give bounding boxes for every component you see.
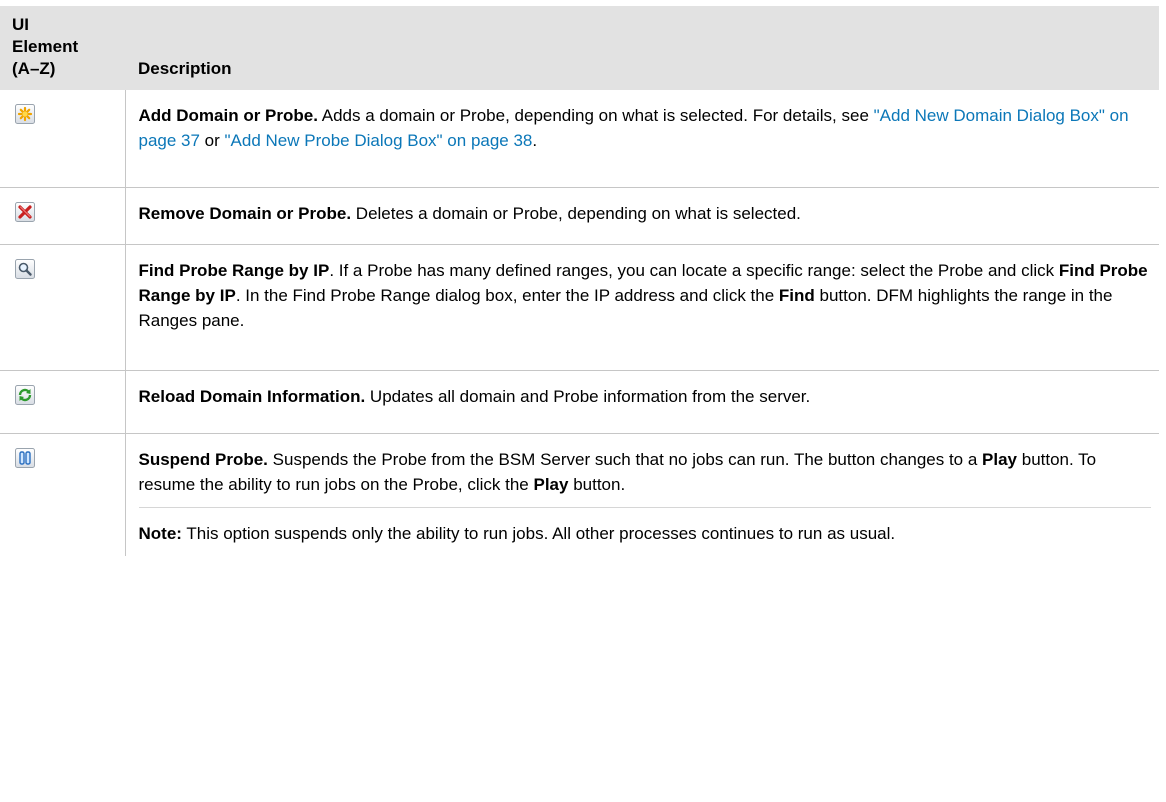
table-row: Add Domain or Probe. Adds a domain or Pr…: [0, 90, 1159, 188]
header-ui-element: UI Element (A–Z): [0, 6, 125, 90]
element-title: Reload Domain Information.: [138, 386, 366, 406]
table-row: Find Probe Range by IP. If a Probe has m…: [0, 244, 1159, 371]
description-paragraph: Suspend Probe. Suspends the Probe from t…: [139, 447, 1152, 497]
element-title: Remove Domain or Probe.: [138, 203, 352, 223]
header-ui-element-line: Element: [12, 37, 79, 56]
description-text: .: [532, 131, 538, 150]
icon-cell: [0, 187, 126, 245]
description-text: button.: [568, 474, 626, 494]
bold-term: Play: [533, 474, 569, 494]
bold-term: Play: [982, 449, 1018, 469]
note-paragraph: Note: This option suspends only the abil…: [138, 506, 1151, 546]
ui-element-table: UI Element (A–Z) Description Add Domain …: [0, 6, 1159, 556]
description-text: Updates all domain and Probe information…: [365, 386, 811, 406]
icon-cell: [0, 370, 126, 434]
description-text: . If a Probe has many defined ranges, yo…: [329, 260, 1059, 280]
table-row: Suspend Probe. Suspends the Probe from t…: [0, 433, 1159, 556]
description-text: Adds a domain or Probe, depending on wha…: [317, 106, 874, 125]
magnifier-icon[interactable]: [15, 258, 35, 279]
header-description: Description: [125, 6, 1159, 90]
element-title: Find Probe Range by IP: [138, 260, 330, 280]
header-ui-element-line: UI: [12, 15, 29, 34]
table-row: Reload Domain Information. Updates all d…: [0, 370, 1159, 434]
icon-cell: [0, 433, 126, 556]
description-cell: Reload Domain Information. Updates all d…: [125, 370, 1159, 434]
bold-term: Find: [778, 285, 815, 305]
note-text: This option suspends only the ability to…: [181, 523, 896, 543]
icon-cell: [0, 90, 126, 188]
icon-cell: [0, 244, 126, 371]
description-text: Suspends the Probe from the BSM Server s…: [267, 449, 983, 469]
table-header-row: UI Element (A–Z) Description: [0, 6, 1159, 90]
description-text: or: [199, 131, 225, 150]
pause-icon[interactable]: [15, 447, 35, 468]
table-row: Remove Domain or Probe. Deletes a domain…: [0, 187, 1159, 245]
note-label: Note:: [138, 523, 182, 543]
remove-x-icon[interactable]: [15, 201, 35, 222]
element-title: Suspend Probe.: [138, 449, 268, 469]
header-ui-element-line: (A–Z): [12, 59, 56, 78]
element-title: Add Domain or Probe.: [138, 106, 318, 125]
description-cell: Add Domain or Probe. Adds a domain or Pr…: [125, 90, 1159, 188]
add-star-icon[interactable]: [15, 104, 35, 124]
description-cell: Find Probe Range by IP. If a Probe has m…: [125, 244, 1159, 371]
description-text: Deletes a domain or Probe, depending on …: [351, 203, 801, 223]
add-new-probe-link[interactable]: "Add New Probe Dialog Box" on page 38: [225, 131, 533, 150]
description-cell: Suspend Probe. Suspends the Probe from t…: [125, 433, 1159, 556]
description-cell: Remove Domain or Probe. Deletes a domain…: [125, 187, 1159, 245]
reload-icon[interactable]: [15, 384, 35, 405]
description-text: . In the Find Probe Range dialog box, en…: [235, 285, 779, 305]
